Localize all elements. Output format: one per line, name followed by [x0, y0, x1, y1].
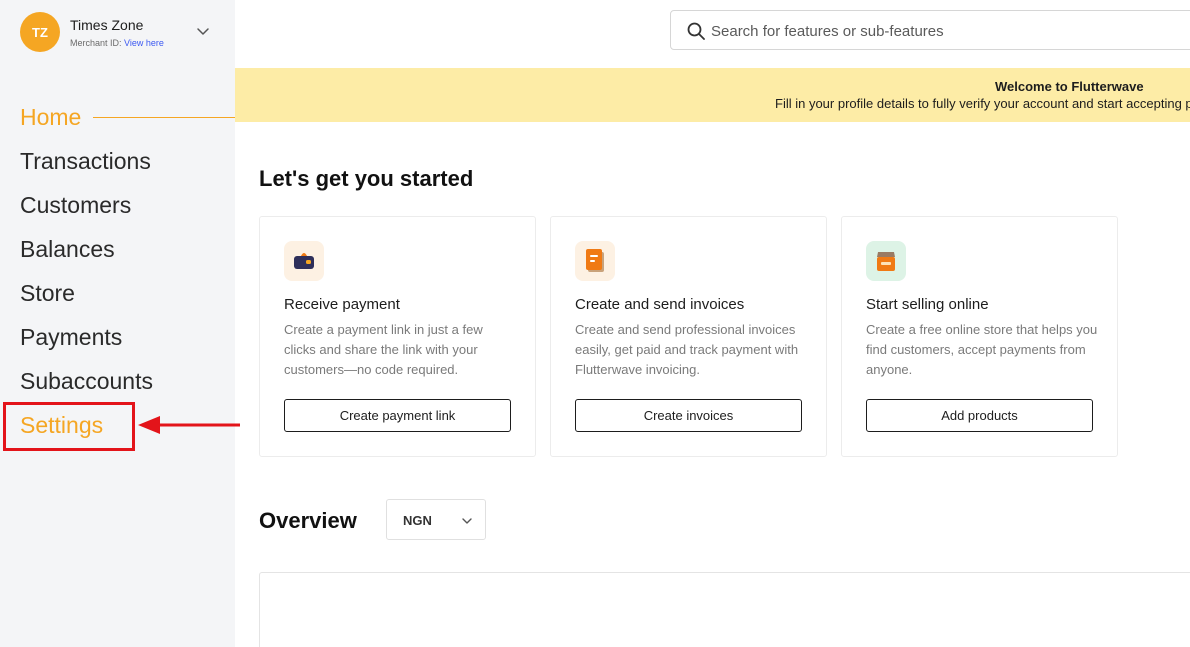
sidebar-item-home[interactable]: Home: [20, 98, 235, 142]
sidebar-nav: Home Transactions Customers Balances Sto…: [20, 98, 235, 450]
add-products-button[interactable]: Add products: [866, 399, 1093, 432]
sidebar-item-balances[interactable]: Balances: [20, 230, 235, 274]
overview-title: Overview: [259, 508, 357, 533]
create-invoices-button[interactable]: Create invoices: [575, 399, 802, 432]
invoice-icon: [575, 241, 615, 281]
page: TZ Times Zone Merchant ID: View here Hom…: [0, 0, 1190, 647]
overview-panel: [259, 572, 1190, 647]
chevron-down-icon: [462, 518, 472, 524]
sidebar-item-label: Customers: [20, 192, 132, 218]
search-input[interactable]: [711, 20, 1181, 42]
card-title: Create and send invoices: [575, 296, 745, 313]
merchant-id-label: Merchant ID:: [70, 38, 122, 48]
search-bar[interactable]: [670, 10, 1190, 50]
sidebar-item-customers[interactable]: Customers: [20, 186, 235, 230]
card-title: Receive payment: [284, 296, 400, 313]
avatar: TZ: [20, 12, 60, 52]
card-description: Create and send professional invoices ea…: [575, 322, 799, 377]
create-invoices-card: Create and send invoices Create and send…: [550, 216, 827, 457]
settings-highlight-box: [3, 402, 135, 451]
store-icon: [866, 241, 906, 281]
create-payment-link-button[interactable]: Create payment link: [284, 399, 511, 432]
merchant-switcher[interactable]: TZ Times Zone Merchant ID: View here: [20, 12, 220, 52]
annotation-arrow-icon: [138, 416, 240, 434]
wallet-icon: [284, 241, 324, 281]
banner-title: Welcome to Flutterwave: [995, 79, 1144, 94]
chevron-down-icon[interactable]: [196, 24, 210, 38]
merchant-id: Merchant ID: View here: [70, 38, 164, 48]
card-title: Start selling online: [866, 296, 989, 313]
sidebar-item-payments[interactable]: Payments: [20, 318, 235, 362]
currency-select[interactable]: NGN: [386, 499, 486, 540]
sidebar-item-label: Home: [20, 104, 82, 130]
start-selling-card: Start selling online Create a free onlin…: [841, 216, 1118, 457]
sidebar-item-subaccounts[interactable]: Subaccounts: [20, 362, 235, 406]
welcome-banner: Welcome to Flutterwave Fill in your prof…: [235, 68, 1190, 122]
get-started-title: Let's get you started: [259, 166, 474, 191]
view-merchant-id-link[interactable]: View here: [124, 38, 164, 48]
active-indicator: [93, 117, 235, 118]
merchant-name: Times Zone: [70, 17, 144, 33]
banner-subtitle: Fill in your profile details to fully ve…: [775, 96, 1190, 111]
card-description: Create a payment link in just a few clic…: [284, 322, 483, 377]
sidebar-item-transactions[interactable]: Transactions: [20, 142, 235, 186]
search-icon: [687, 22, 705, 40]
sidebar: TZ Times Zone Merchant ID: View here Hom…: [0, 0, 235, 647]
sidebar-item-label: Store: [20, 280, 75, 306]
sidebar-item-label: Transactions: [20, 148, 151, 174]
card-description: Create a free online store that helps yo…: [866, 322, 1098, 377]
receive-payment-card: Receive payment Create a payment link in…: [259, 216, 536, 457]
sidebar-item-label: Payments: [20, 324, 123, 350]
sidebar-item-label: Balances: [20, 236, 115, 262]
currency-value: NGN: [403, 513, 432, 528]
sidebar-item-store[interactable]: Store: [20, 274, 235, 318]
sidebar-item-label: Subaccounts: [20, 368, 153, 394]
